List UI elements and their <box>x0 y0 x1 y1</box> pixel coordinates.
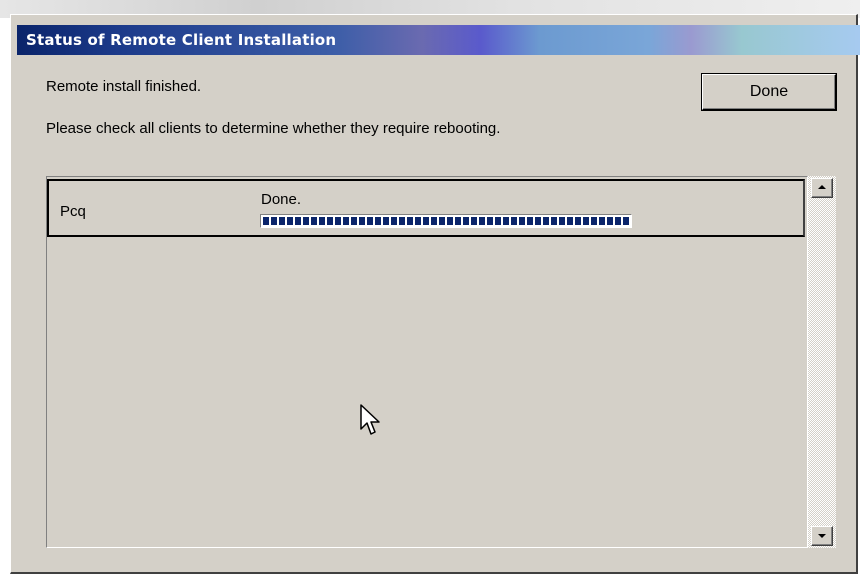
scroll-down-arrow-icon <box>818 534 826 538</box>
finished-message: Remote install finished. <box>46 78 202 95</box>
scroll-up-button[interactable] <box>811 178 833 198</box>
client-name: Pcq <box>60 203 86 220</box>
done-button[interactable]: Done <box>702 74 836 110</box>
client-row[interactable]: Pcq Done. <box>47 179 805 237</box>
client-progress-bar <box>260 214 632 228</box>
scroll-down-button[interactable] <box>811 526 833 546</box>
client-progress-fill <box>263 217 629 225</box>
reboot-instruction: Please check all clients to determine wh… <box>46 120 501 137</box>
window-title: Status of Remote Client Installation <box>26 31 337 49</box>
mouse-pointer-icon <box>360 404 380 435</box>
vertical-scrollbar[interactable] <box>808 176 836 548</box>
scroll-up-arrow-icon <box>818 185 826 189</box>
client-status: Done. <box>261 191 302 208</box>
title-bar[interactable]: Status of Remote Client Installation <box>17 25 860 55</box>
